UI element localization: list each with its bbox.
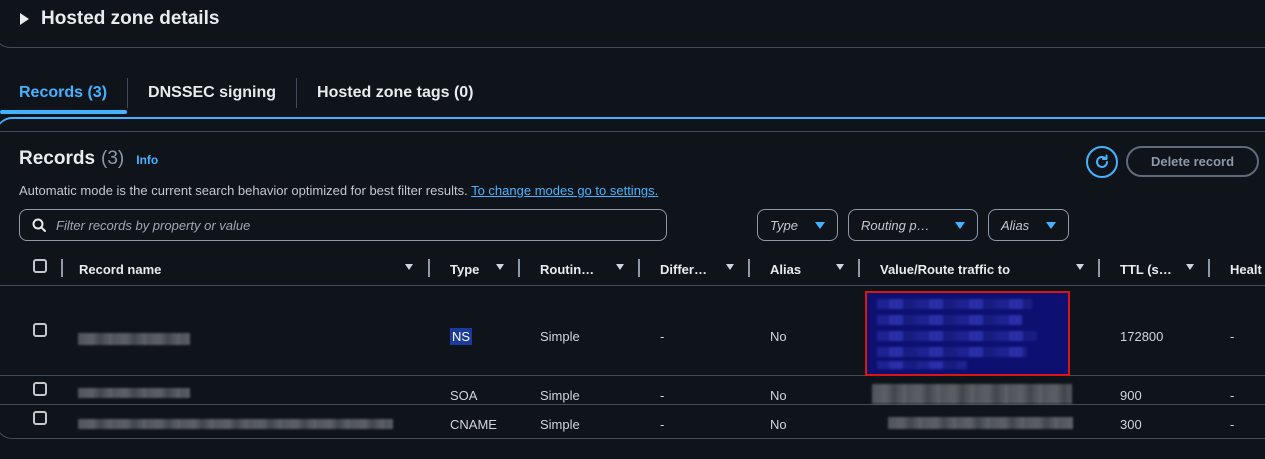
table-row[interactable]: CNAME Simple - No 300 - [0, 405, 1265, 435]
refresh-icon [1096, 154, 1108, 168]
sort-icon[interactable] [1186, 264, 1194, 270]
health-check-cell: - [1230, 388, 1235, 403]
column-header-ttl[interactable]: TTL (s… [1120, 252, 1172, 286]
column-header-alias[interactable]: Alias [770, 252, 801, 286]
column-separator [518, 259, 520, 277]
row-checkbox[interactable] [33, 323, 47, 337]
differentiator-cell: - [660, 417, 665, 432]
records-header: Records (3) Info [19, 148, 158, 170]
table-header: Record name Type Routin… Differ… Alias V… [0, 252, 1265, 286]
record-type-value: CNAME [450, 417, 497, 432]
dropdown-arrow-icon [955, 221, 965, 229]
records-title: Records [19, 148, 96, 169]
redacted-record-name [78, 419, 393, 429]
routing-policy-filter-dropdown[interactable]: Routing p… [848, 209, 978, 241]
refresh-button[interactable] [1086, 146, 1118, 178]
redacted-record-name [78, 333, 190, 345]
sort-icon[interactable] [405, 264, 413, 270]
column-header-record-name[interactable]: Record name [79, 252, 161, 286]
sort-icon[interactable] [726, 264, 734, 270]
redacted-value [877, 331, 1037, 341]
hosted-zone-details-title: Hosted zone details [41, 8, 220, 29]
delete-record-button[interactable]: Delete record [1126, 146, 1259, 177]
column-header-routing-policy[interactable]: Routin… [540, 252, 594, 286]
record-type-value: SOA [450, 388, 478, 403]
settings-link[interactable]: To change modes go to settings. [471, 183, 658, 198]
record-type-value: NS [450, 328, 473, 345]
alias-filter-label: Alias [1001, 217, 1030, 233]
records-count: (3) [101, 148, 125, 169]
dropdown-arrow-icon [1046, 221, 1056, 229]
redacted-value [877, 299, 1032, 309]
row-checkbox[interactable] [33, 411, 47, 425]
sort-icon[interactable] [1076, 264, 1084, 270]
ttl-cell: 300 [1120, 417, 1142, 432]
column-separator [748, 259, 750, 277]
sort-icon[interactable] [496, 264, 504, 270]
differentiator-cell: - [660, 388, 665, 403]
alias-cell: No [770, 388, 787, 403]
column-header-value[interactable]: Value/Route traffic to [880, 252, 1010, 286]
search-icon [32, 218, 46, 232]
table-row[interactable]: NS Simple - No 172800 - [0, 286, 1265, 376]
column-separator [61, 259, 63, 277]
caret-right-icon [20, 13, 29, 25]
redacted-value [877, 315, 1022, 325]
column-header-differentiator[interactable]: Differ… [660, 252, 707, 286]
alias-filter-dropdown[interactable]: Alias [988, 209, 1069, 241]
tab-bar: Records (3) DNSSEC signing Hosted zone t… [0, 72, 494, 114]
search-mode-hint: Automatic mode is the current search beh… [19, 183, 658, 198]
column-separator [1208, 259, 1210, 277]
type-filter-dropdown[interactable]: Type [757, 209, 838, 241]
redacted-record-name [78, 388, 190, 398]
tab-hosted-zone-tags[interactable]: Hosted zone tags (0) [297, 72, 493, 114]
highlighted-value-cell [865, 291, 1070, 376]
record-type: NS [450, 328, 473, 345]
hint-text: Automatic mode is the current search beh… [19, 183, 468, 198]
type-filter-label: Type [770, 217, 798, 233]
ttl-cell: 172800 [1120, 329, 1164, 344]
table-row[interactable]: SOA Simple - No 900 - [0, 376, 1265, 405]
routing-policy-cell: Simple [540, 329, 580, 344]
column-header-health-check[interactable]: Healt [1230, 252, 1262, 286]
row-checkbox[interactable] [33, 382, 47, 396]
sort-icon[interactable] [836, 264, 844, 270]
filter-search-box[interactable] [19, 209, 667, 241]
column-separator [638, 259, 640, 277]
search-input[interactable] [56, 217, 636, 233]
ttl-cell: 900 [1120, 388, 1142, 403]
routing-filter-label: Routing p… [861, 217, 930, 233]
select-all-checkbox[interactable] [33, 259, 47, 273]
redacted-value [872, 384, 1072, 404]
column-separator [1098, 259, 1100, 277]
sort-icon[interactable] [616, 264, 624, 270]
tab-dnssec-signing[interactable]: DNSSEC signing [128, 72, 296, 114]
column-separator [428, 259, 430, 277]
redacted-value [877, 347, 1027, 357]
info-link[interactable]: Info [136, 153, 158, 167]
dropdown-arrow-icon [815, 221, 825, 229]
health-check-cell: - [1230, 417, 1235, 432]
routing-policy-cell: Simple [540, 388, 580, 403]
tab-records[interactable]: Records (3) [0, 72, 128, 114]
column-header-type[interactable]: Type [450, 252, 479, 286]
redacted-value [888, 417, 1073, 429]
health-check-cell: - [1230, 329, 1235, 344]
redacted-value [877, 361, 967, 369]
alias-cell: No [770, 329, 787, 344]
column-separator [858, 259, 860, 277]
routing-policy-cell: Simple [540, 417, 580, 432]
alias-cell: No [770, 417, 787, 432]
differentiator-cell: - [660, 329, 665, 344]
hosted-zone-details-toggle[interactable]: Hosted zone details [20, 8, 219, 30]
